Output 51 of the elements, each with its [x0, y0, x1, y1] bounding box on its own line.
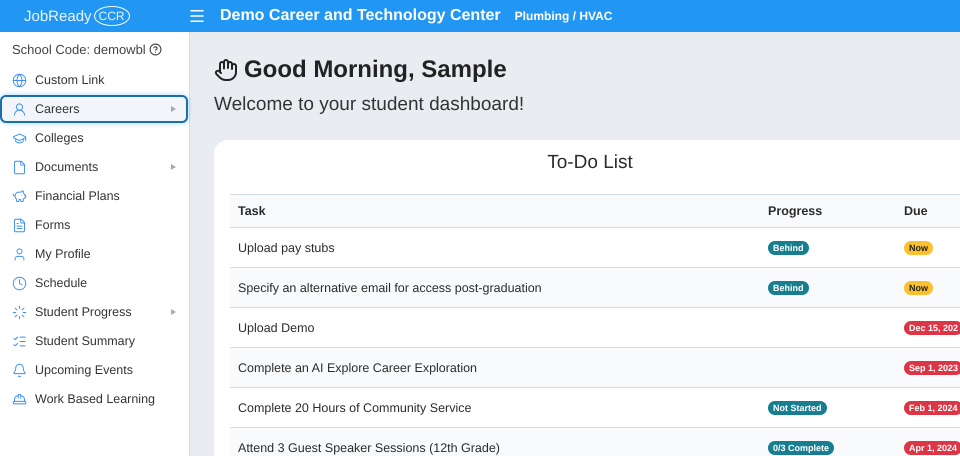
person-icon: [12, 102, 27, 116]
hard-hat-icon: [12, 392, 27, 406]
progress-badge: Behind: [768, 240, 808, 254]
menu-icon[interactable]: [188, 7, 206, 25]
progress-badge: 0/3 Complete: [768, 440, 834, 454]
sidebar-item[interactable]: My Profile: [0, 240, 188, 268]
task-cell-text: Complete 20 Hours of Community Service: [238, 400, 472, 414]
sidebar-item[interactable]: Documents: [0, 153, 188, 181]
checklist-icon: [12, 334, 27, 348]
column-header: Progress: [768, 204, 824, 218]
due-badge: Apr 1, 2024: [904, 440, 960, 454]
greeting: Good Morning, Sample: [244, 56, 507, 84]
progress-badge: Behind: [768, 280, 808, 294]
progress-badge: Not Started: [768, 400, 827, 414]
globe-icon: [12, 72, 27, 88]
sidebar-item[interactable]: Schedule: [0, 269, 188, 297]
task-cell-text: Upload pay stubs: [238, 240, 336, 254]
sidebar-item[interactable]: Custom Link: [0, 66, 188, 94]
school-name: Demo Career and Technology Center: [220, 7, 501, 25]
due-badge: Sep 1, 2023: [904, 360, 960, 374]
graduation-cap-icon: [12, 130, 27, 146]
bell-icon: [12, 362, 27, 378]
sidebar-item[interactable]: Colleges: [0, 124, 188, 152]
sidebar-item[interactable]: Forms: [0, 211, 188, 239]
sidebar-item[interactable]: Upcoming Events: [0, 356, 188, 384]
waving-hand-icon: [214, 58, 238, 82]
user-icon: [12, 246, 27, 262]
sidebar-item[interactable]: Work Based Learning: [0, 385, 188, 413]
document-icon: [12, 160, 27, 174]
due-badge: Dec 15, 202: [904, 320, 960, 334]
due-badge: Now: [904, 280, 933, 294]
due-badge: Now: [904, 240, 933, 254]
task-cell-text: Complete an AI Explore Career Exploration: [238, 360, 478, 374]
due-badge: Feb 1, 2024: [904, 400, 960, 414]
program-name: Plumbing / HVAC: [514, 9, 612, 23]
sidebar-item[interactable]: Student Progress: [0, 298, 188, 326]
task-cell-text: Upload Demo: [238, 320, 316, 334]
card-title: To-Do List: [546, 152, 634, 174]
clock-icon: [12, 276, 27, 290]
form-icon: [12, 218, 27, 232]
task-cell-text: Attend 3 Guest Speaker Sessions (12th Grade): [238, 440, 501, 454]
sidebar-item[interactable]: Financial Plans: [0, 182, 188, 210]
task-cell-text: Specify an alternative email for access post-graduation: [238, 280, 543, 294]
column-header: Due: [904, 204, 929, 218]
piggy-bank-icon: [12, 188, 27, 204]
column-header: Task: [238, 204, 267, 218]
help-icon[interactable]: [148, 43, 162, 56]
school-code: School Code: demowbl: [12, 42, 146, 57]
sidebar-item[interactable]: Careers: [0, 95, 188, 123]
welcome-text: Welcome to your student dashboard!: [214, 94, 526, 116]
sidebar-item[interactable]: Student Summary: [0, 327, 188, 355]
